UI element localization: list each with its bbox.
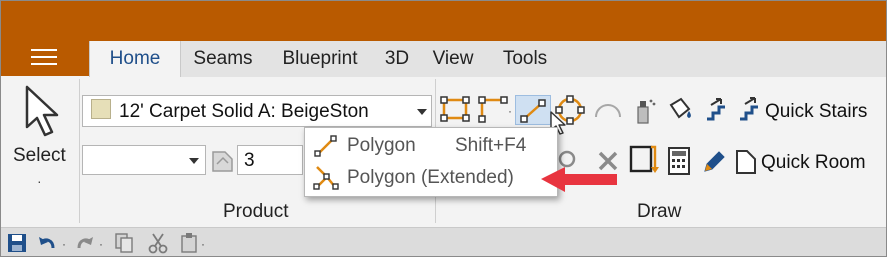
number-field[interactable]: 3 — [237, 145, 303, 175]
quick-room-label[interactable]: Quick Room — [761, 152, 866, 174]
material-combo[interactable]: 12' Carpet Solid A: BeigeSton — [82, 95, 432, 127]
quick-stairs-icon[interactable] — [737, 95, 763, 125]
chevron-down-icon — [417, 109, 427, 115]
tab-blueprint[interactable]: Blueprint — [267, 41, 373, 77]
copy-icon[interactable] — [113, 232, 135, 254]
room-outline-icon[interactable] — [627, 143, 659, 177]
number-field-value: 3 — [244, 150, 255, 171]
arc-draw-icon[interactable] — [591, 95, 627, 125]
polygon-extended-icon — [313, 166, 339, 190]
stairs-icon[interactable] — [703, 95, 731, 125]
tab-home[interactable]: Home — [89, 41, 181, 77]
pencil-icon[interactable] — [699, 145, 727, 177]
menu-item-polygon-extended[interactable]: Polygon (Extended) — [305, 162, 557, 193]
save-icon[interactable] — [7, 233, 27, 253]
select-cursor-icon — [25, 85, 59, 137]
calculator-icon[interactable] — [665, 145, 693, 177]
menu-item-shortcut: Shift+F4 — [455, 135, 527, 156]
polyline-draw-icon[interactable]: · — [477, 95, 513, 125]
menu-icon[interactable] — [31, 49, 57, 69]
tab-seams[interactable]: Seams — [179, 41, 267, 77]
rectangle-draw-icon[interactable] — [439, 95, 473, 125]
ribbon-tabs: Home Seams Blueprint 3D View Tools — [89, 41, 886, 77]
line-draw-icon — [520, 99, 546, 123]
material-combo-value: 12' Carpet Solid A: BeigeSton — [119, 101, 369, 122]
polygon-icon — [314, 135, 337, 157]
menu-item-polygon[interactable]: Polygon Shift+F4 — [305, 130, 557, 161]
dimension-icon[interactable] — [208, 147, 236, 175]
tab-view[interactable]: View — [421, 41, 485, 77]
circle-draw-icon[interactable] — [553, 93, 587, 127]
svg-text:·: · — [62, 237, 66, 251]
quick-stairs-label[interactable]: Quick Stairs — [765, 101, 867, 123]
select-dropdown-glyph[interactable]: · — [37, 173, 42, 189]
svg-text:·: · — [99, 237, 103, 251]
app-window: Home Seams Blueprint 3D View Tools Selec… — [0, 0, 887, 257]
quick-room-icon[interactable] — [733, 147, 759, 177]
svg-text:·: · — [508, 104, 512, 118]
title-bar — [1, 1, 886, 40]
menu-item-label: Polygon — [347, 135, 416, 156]
second-combo[interactable] — [82, 145, 206, 175]
redo-icon[interactable]: · — [75, 233, 109, 253]
annotation-arrow — [541, 167, 617, 192]
paint-bucket-icon[interactable] — [665, 95, 695, 125]
quick-access-toolbar: · · · — [1, 227, 886, 256]
tab-tools[interactable]: Tools — [485, 41, 565, 77]
paste-icon[interactable]: · — [179, 232, 213, 254]
product-group-label: Product — [223, 201, 289, 222]
cut-icon[interactable] — [147, 232, 169, 254]
spray-icon[interactable] — [631, 95, 657, 127]
svg-text:·: · — [201, 237, 205, 251]
material-swatch — [91, 99, 111, 119]
chevron-down-icon — [189, 158, 199, 164]
draw-group-label: Draw — [637, 201, 682, 222]
polygon-tool-button[interactable] — [515, 95, 551, 125]
menu-item-label: Polygon (Extended) — [347, 167, 514, 188]
group-divider — [79, 79, 80, 223]
select-label: Select — [13, 145, 66, 166]
tab-3d[interactable]: 3D — [373, 41, 421, 77]
polygon-dropdown-menu: Polygon Shift+F4 Polygon (Extended) — [304, 127, 558, 197]
undo-icon[interactable]: · — [37, 233, 71, 253]
